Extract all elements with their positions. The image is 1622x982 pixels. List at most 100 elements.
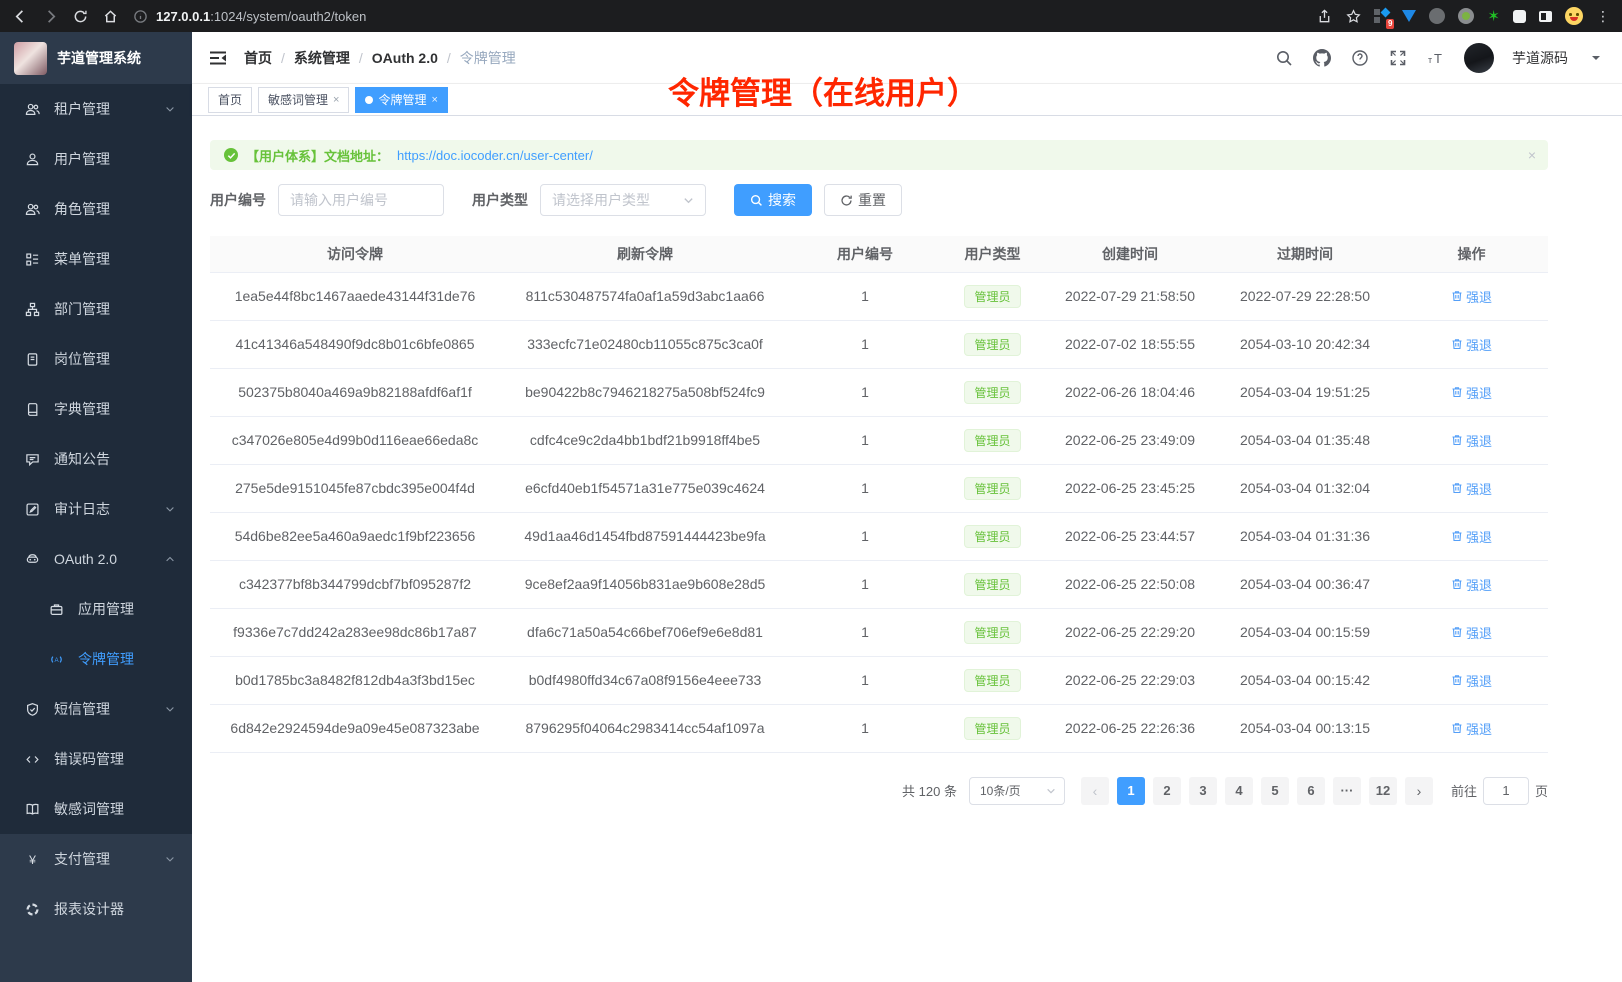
force-logout-button[interactable]: 强退 (1451, 719, 1492, 738)
reload-icon[interactable] (72, 8, 88, 24)
home-icon[interactable] (102, 8, 118, 24)
sidebar-item-11[interactable]: 应用管理 (0, 584, 192, 634)
forward-icon[interactable] (42, 8, 58, 24)
sidebar-item-4[interactable]: 菜单管理 (0, 234, 192, 284)
force-logout-button[interactable]: 强退 (1451, 671, 1492, 690)
gem-extension-icon[interactable] (1402, 10, 1416, 22)
address-bar[interactable]: 127.0.0.1:1024/system/oauth2/token (132, 8, 1302, 24)
sidebar-item-16[interactable]: ¥支付管理 (0, 834, 192, 884)
access-token-cell: 54d6be82ee5a460a9aedc1f9bf223656 (210, 512, 500, 560)
action-cell: 强退 (1395, 704, 1548, 752)
tab-close-icon[interactable]: × (431, 94, 437, 106)
doc-link[interactable]: https://doc.iocoder.cn/user-center/ (397, 148, 593, 163)
sidebar-item-1[interactable]: 租户管理 (0, 84, 192, 134)
expire-time-cell: 2054-03-04 01:35:48 (1215, 416, 1395, 464)
browser-menu-icon[interactable]: ⋮ (1596, 8, 1610, 25)
page-ellipsis[interactable]: ··· (1333, 777, 1361, 805)
search-button[interactable]: 搜索 (734, 184, 812, 216)
breadcrumb-item-1[interactable]: 首页 (244, 48, 272, 68)
sidebar-item-15[interactable]: 敏感词管理 (0, 784, 192, 834)
back-icon[interactable] (12, 8, 28, 24)
sidebar-item-10[interactable]: OAuth 2.0 (0, 534, 192, 584)
page-button-1[interactable]: 1 (1117, 777, 1145, 805)
force-logout-button[interactable]: 强退 (1451, 287, 1492, 306)
page-button-12[interactable]: 12 (1369, 777, 1397, 805)
sidebar-item-label: 用户管理 (54, 149, 176, 169)
page-button-2[interactable]: 2 (1153, 777, 1181, 805)
force-logout-button[interactable]: 强退 (1451, 575, 1492, 594)
reset-button[interactable]: 重置 (824, 184, 902, 216)
table-row: 1ea5e44f8bc1467aaede43144f31de76811c5304… (210, 272, 1548, 320)
breadcrumb-item-2[interactable]: 系统管理 (294, 48, 350, 68)
table-row: f9336e7c7dd242a283ee98dc86b17a87dfa6c71a… (210, 608, 1548, 656)
report-designer-icon (24, 901, 40, 917)
github-icon[interactable] (1312, 48, 1332, 68)
action-cell: 强退 (1395, 320, 1548, 368)
fullscreen-icon[interactable] (1388, 48, 1408, 68)
sidebar-item-label: 报表设计器 (54, 899, 176, 919)
extension-grid-icon[interactable]: 9 (1374, 9, 1389, 24)
page-button-4[interactable]: 4 (1225, 777, 1253, 805)
user-menu-caret-icon[interactable] (1586, 48, 1606, 68)
sidebar-logo[interactable]: 芋道管理系统 (0, 32, 192, 84)
sidebar-item-5[interactable]: 部门管理 (0, 284, 192, 334)
force-logout-button[interactable]: 强退 (1451, 479, 1492, 498)
sidebar-item-17[interactable]: 报表设计器 (0, 884, 192, 934)
sidebar-item-label: 字典管理 (54, 399, 176, 419)
tab-1[interactable]: 首页 (208, 87, 252, 113)
user-avatar[interactable] (1464, 43, 1494, 73)
help-icon[interactable] (1350, 48, 1370, 68)
page-button-3[interactable]: 3 (1189, 777, 1217, 805)
table-header-row: 访问令牌刷新令牌用户编号用户类型创建时间过期时间操作 (210, 236, 1548, 272)
tab-close-icon[interactable]: × (333, 94, 339, 106)
reset-button-label: 重置 (858, 190, 886, 210)
sidebar-item-8[interactable]: 通知公告 (0, 434, 192, 484)
dictionary-icon (24, 401, 40, 417)
username[interactable]: 芋道源码 (1512, 48, 1568, 68)
user-id-input[interactable] (278, 184, 444, 216)
sidebar-item-14[interactable]: 错误码管理 (0, 734, 192, 784)
sidebar-fold-icon[interactable] (208, 48, 228, 68)
sidebar-item-3[interactable]: 角色管理 (0, 184, 192, 234)
green-dot-extension-icon[interactable] (1458, 8, 1474, 24)
tab-3[interactable]: 令牌管理× (355, 87, 447, 113)
profile-avatar-icon[interactable] (1565, 7, 1583, 25)
site-info-icon[interactable] (132, 8, 148, 24)
extensions-puzzle-icon[interactable] (1513, 10, 1526, 23)
page-content: 【用户体系】文档地址： https://doc.iocoder.cn/user-… (192, 116, 1622, 805)
sidebar-item-label: 通知公告 (54, 449, 176, 469)
round-extension-icon[interactable] (1429, 8, 1445, 24)
tab-2[interactable]: 敏感词管理× (258, 87, 349, 113)
force-logout-button[interactable]: 强退 (1451, 527, 1492, 546)
search-icon[interactable] (1274, 48, 1294, 68)
sidebar-item-9[interactable]: 审计日志 (0, 484, 192, 534)
page-button-6[interactable]: 6 (1297, 777, 1325, 805)
font-size-icon[interactable]: тT (1426, 48, 1446, 68)
alert-close-icon[interactable]: × (1528, 147, 1536, 163)
sidebar-item-6[interactable]: 岗位管理 (0, 334, 192, 384)
action-cell: 强退 (1395, 656, 1548, 704)
bookmark-star-icon[interactable] (1345, 8, 1361, 24)
sidebar-item-12[interactable]: A令牌管理 (0, 634, 192, 684)
goto-page-input[interactable] (1483, 777, 1529, 805)
share-icon[interactable] (1316, 8, 1332, 24)
page-size-select[interactable]: 10条/页 (969, 777, 1065, 805)
column-header-5: 创建时间 (1045, 236, 1215, 272)
refresh-token-cell: 811c530487574fa0af1a59d3abc1aa66 (500, 272, 790, 320)
force-logout-button[interactable]: 强退 (1451, 431, 1492, 450)
sidebar-item-7[interactable]: 字典管理 (0, 384, 192, 434)
prev-page-button[interactable]: ‹ (1081, 777, 1109, 805)
user-type-select[interactable]: 请选择用户类型 (540, 184, 706, 216)
sidebar-item-2[interactable]: 用户管理 (0, 134, 192, 184)
create-time-cell: 2022-06-25 22:29:03 (1045, 656, 1215, 704)
page-button-5[interactable]: 5 (1261, 777, 1289, 805)
sidebar-item-13[interactable]: 短信管理 (0, 684, 192, 734)
user-type-cell: 管理员 (940, 512, 1045, 560)
green-star-extension-icon[interactable]: ✶ (1487, 9, 1500, 24)
force-logout-button[interactable]: 强退 (1451, 335, 1492, 354)
next-page-button[interactable]: › (1405, 777, 1433, 805)
breadcrumb-item-3[interactable]: OAuth 2.0 (372, 50, 438, 66)
side-panel-icon[interactable] (1539, 11, 1552, 22)
force-logout-button[interactable]: 强退 (1451, 623, 1492, 642)
force-logout-button[interactable]: 强退 (1451, 383, 1492, 402)
